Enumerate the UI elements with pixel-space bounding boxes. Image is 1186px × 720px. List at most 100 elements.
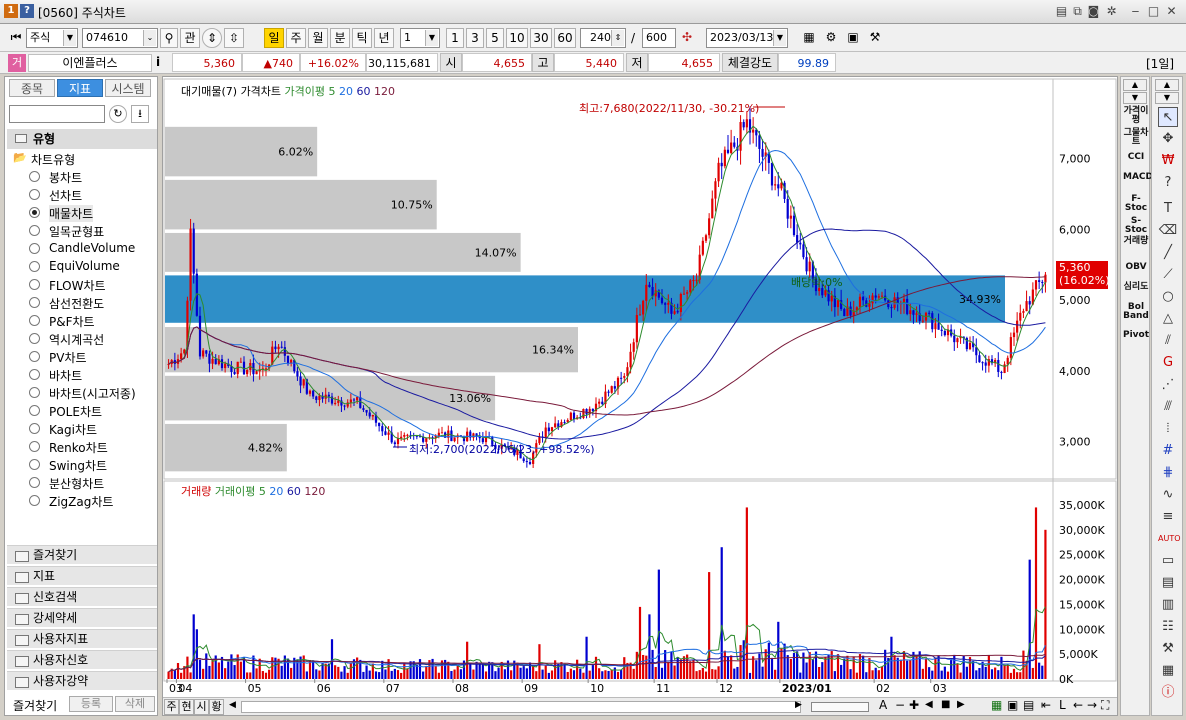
candle[interactable] — [239, 361, 242, 363]
volume-bar[interactable] — [1003, 664, 1006, 679]
candle[interactable] — [522, 458, 525, 462]
volume-bar[interactable] — [789, 658, 792, 679]
candle[interactable] — [607, 391, 610, 393]
candle[interactable] — [667, 302, 670, 305]
candle[interactable] — [836, 300, 840, 308]
candle[interactable] — [692, 280, 695, 282]
triangle-tool-icon[interactable]: △ — [1158, 309, 1178, 329]
candle[interactable] — [648, 284, 651, 287]
volume-bar[interactable] — [337, 666, 340, 679]
volume-bar[interactable] — [217, 662, 220, 679]
volume-bar[interactable] — [871, 670, 874, 679]
volume-bar[interactable] — [264, 672, 268, 679]
settings-icon[interactable]: ✲ — [1104, 4, 1119, 19]
volume-bar[interactable] — [701, 667, 704, 679]
candle[interactable] — [224, 363, 227, 369]
candle[interactable] — [1019, 312, 1022, 321]
memo-icon[interactable]: ▤ — [1054, 4, 1069, 19]
chart-type-radio[interactable] — [29, 207, 40, 218]
candle[interactable] — [912, 310, 915, 315]
candle[interactable] — [365, 409, 368, 413]
volume-bar[interactable] — [494, 671, 497, 679]
candle[interactable] — [660, 297, 664, 304]
candle[interactable] — [400, 436, 403, 439]
volume-bar[interactable] — [466, 641, 469, 679]
candle[interactable] — [384, 431, 387, 435]
volume-bar[interactable] — [252, 655, 255, 679]
candle[interactable] — [192, 228, 195, 274]
volume-bar[interactable] — [434, 666, 437, 679]
candle[interactable] — [799, 242, 802, 245]
chart-type-label[interactable]: FLOW차트 — [49, 277, 106, 294]
volume-bar[interactable] — [855, 672, 858, 679]
scroll-down-icon[interactable]: ▼ — [1155, 92, 1179, 104]
candle[interactable] — [1025, 301, 1028, 312]
volume-bar[interactable] — [972, 660, 975, 679]
volume-bar[interactable] — [689, 661, 692, 679]
volume-bar[interactable] — [255, 668, 258, 679]
volume-bar[interactable] — [997, 670, 1000, 679]
volume-bar[interactable] — [393, 668, 396, 679]
indicator-button[interactable]: OBV — [1123, 263, 1149, 272]
volume-bar[interactable] — [604, 670, 607, 679]
chart-type-label[interactable]: ZigZag차트 — [49, 493, 113, 510]
indicator-button[interactable]: 심리도 — [1123, 283, 1149, 292]
volume-bar[interactable] — [459, 669, 462, 679]
price-chart[interactable]: 6.02%10.75%14.07%34.93%16.34%13.06%4.82%… — [163, 78, 1117, 681]
volume-bar[interactable] — [965, 666, 968, 679]
crosshair-icon[interactable]: ✥ — [1158, 129, 1178, 149]
candle[interactable] — [686, 292, 689, 294]
candle[interactable] — [277, 346, 280, 350]
indicator-button[interactable]: CCI — [1123, 153, 1149, 162]
volume-bar[interactable] — [403, 663, 406, 679]
chart-type-radio[interactable] — [29, 423, 40, 434]
chart-type-label[interactable]: 역시계곡선 — [49, 331, 104, 348]
export-icon[interactable]: ▣ — [1007, 698, 1018, 712]
font-size-icon[interactable]: A — [879, 698, 887, 712]
unit-10-button[interactable]: 10 — [506, 28, 528, 48]
folder-item[interactable]: 사용자신호 — [7, 650, 157, 669]
candle[interactable] — [871, 295, 874, 304]
candle[interactable] — [613, 386, 616, 389]
volume-bar[interactable] — [770, 657, 774, 679]
volume-bar[interactable] — [381, 660, 384, 679]
volume-bar[interactable] — [651, 649, 654, 679]
period-minute[interactable]: 분 — [330, 28, 350, 48]
scroll-up-icon[interactable]: ▲ — [1155, 79, 1179, 91]
candle[interactable] — [868, 303, 871, 307]
chart-type-label[interactable]: EquiVolume — [49, 259, 120, 273]
unit-1-button[interactable]: 1 — [446, 28, 464, 48]
candle[interactable] — [220, 359, 224, 369]
volume-bar[interactable] — [868, 658, 871, 679]
help-icon[interactable]: ? — [20, 4, 34, 18]
volume-bar[interactable] — [720, 547, 723, 679]
volume-bar[interactable] — [660, 667, 664, 679]
volume-bar[interactable] — [893, 655, 896, 679]
gear-icon[interactable]: ⚙ — [822, 28, 840, 48]
candle[interactable] — [862, 296, 865, 301]
bar-chart-icon[interactable]: ▥ — [1158, 595, 1178, 615]
candle[interactable] — [708, 218, 711, 236]
total-count-input[interactable]: 600 — [642, 28, 676, 48]
candle[interactable] — [1006, 357, 1009, 365]
volume-bar[interactable] — [230, 654, 233, 679]
candle[interactable] — [610, 386, 613, 393]
horizontal-scrollbar[interactable] — [241, 701, 801, 713]
chart-type-radio[interactable] — [29, 189, 40, 200]
candle[interactable] — [770, 162, 774, 186]
candle[interactable] — [723, 149, 726, 167]
chart-type-radio[interactable] — [29, 315, 40, 326]
candle[interactable] — [777, 184, 780, 189]
candle[interactable] — [956, 338, 959, 343]
candle[interactable] — [406, 434, 409, 436]
document-icon[interactable]: ▤ — [1158, 573, 1178, 593]
volume-bar[interactable] — [783, 643, 786, 679]
candle[interactable] — [302, 379, 305, 386]
volume-bar[interactable] — [579, 668, 582, 679]
candle[interactable] — [264, 368, 268, 370]
volume-bar[interactable] — [940, 670, 943, 679]
volume-bar[interactable] — [821, 662, 824, 679]
zoom-out-icon[interactable]: − — [895, 698, 905, 712]
candle[interactable] — [629, 351, 632, 368]
volume-bar[interactable] — [205, 653, 208, 679]
